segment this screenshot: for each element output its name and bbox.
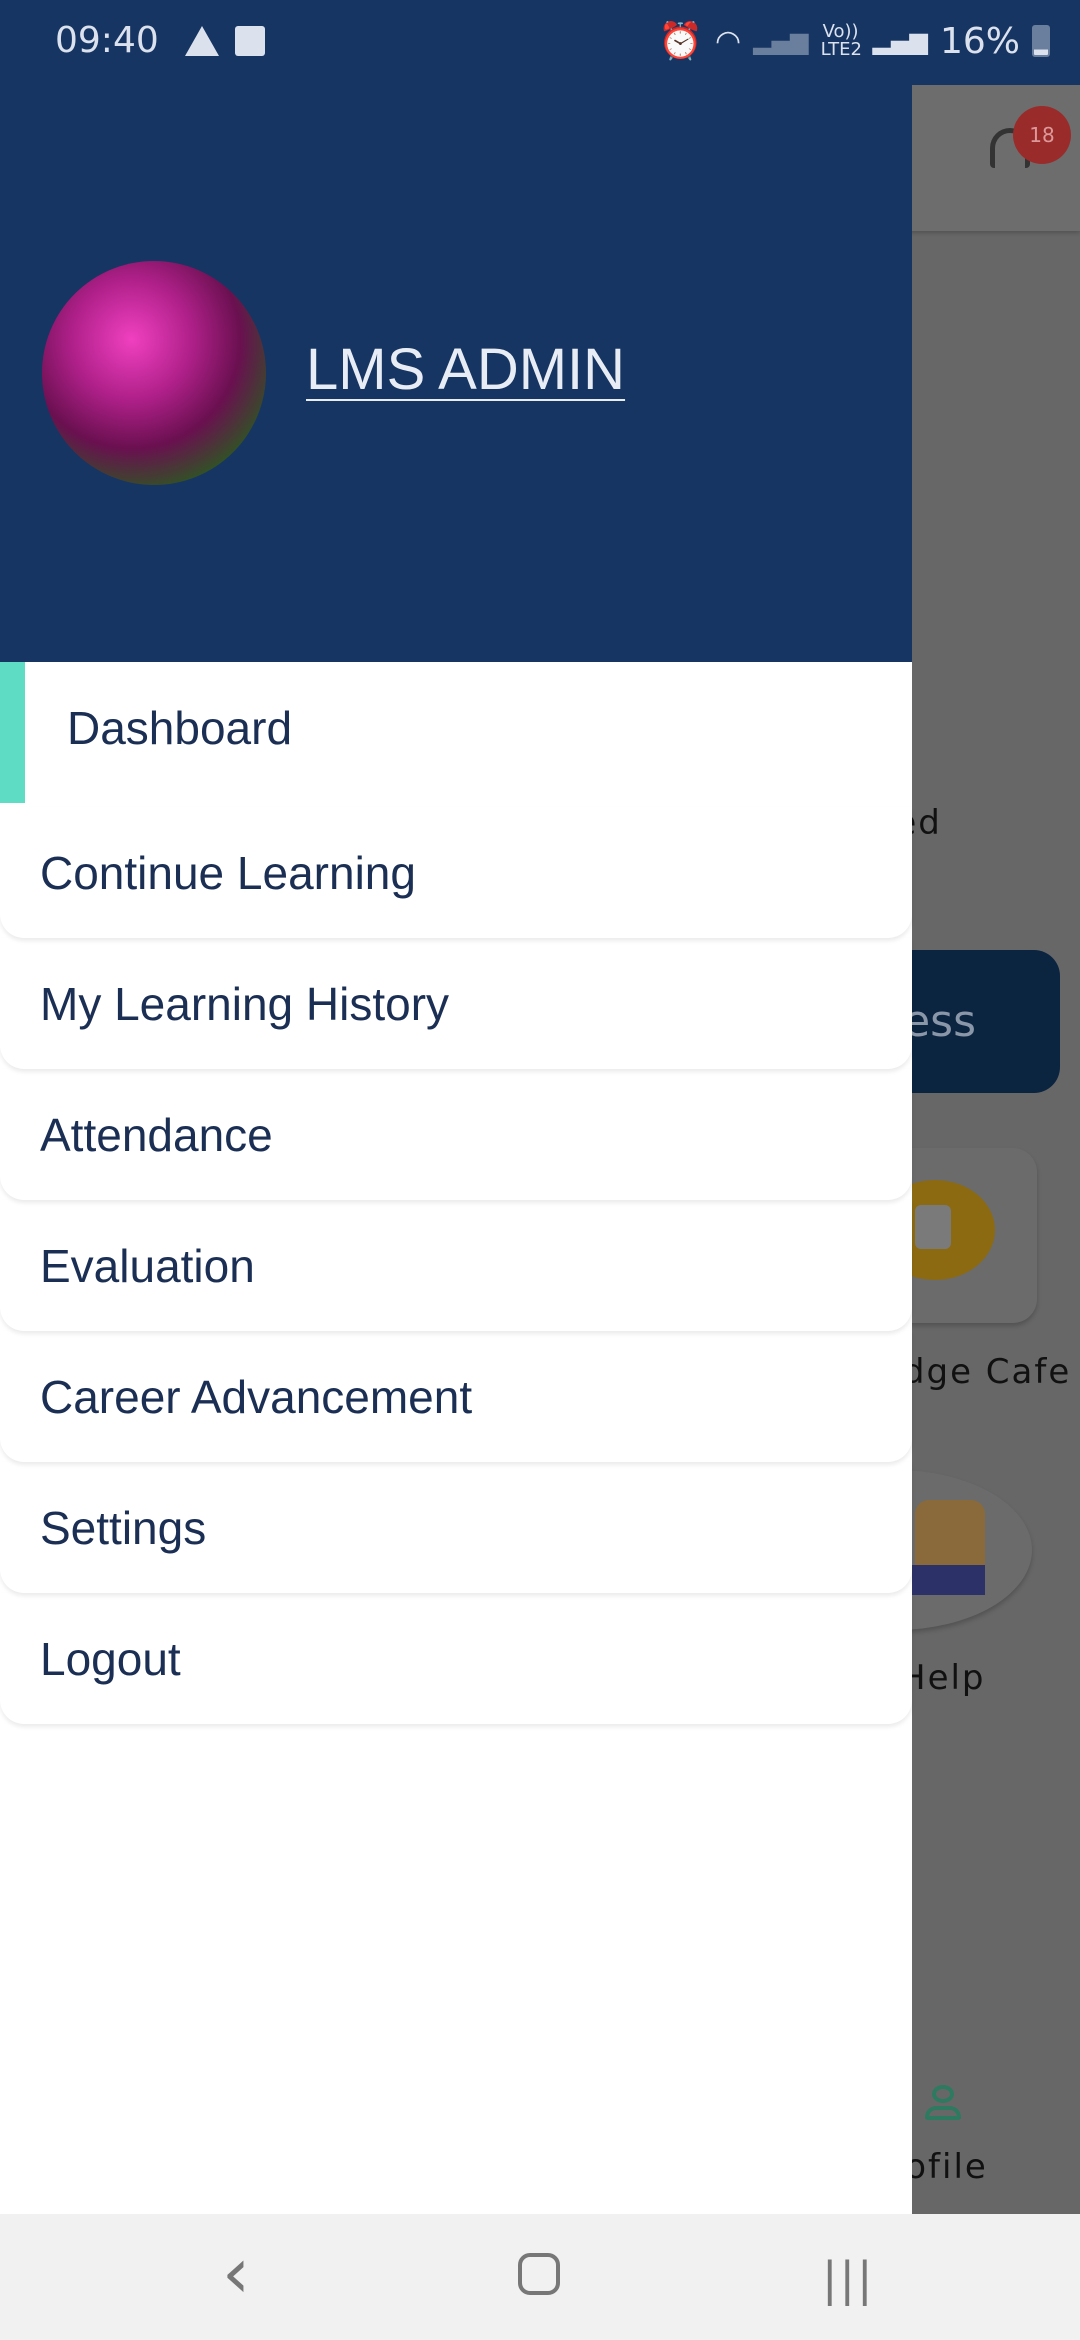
profile-icon[interactable] bbox=[925, 2085, 961, 2125]
menu-item-label: Evaluation bbox=[40, 1239, 255, 1292]
menu-item-label: Logout bbox=[40, 1632, 181, 1685]
menu-item-label: Continue Learning bbox=[40, 846, 416, 899]
image-icon bbox=[235, 26, 265, 56]
drawer-header: LMS ADMIN bbox=[0, 0, 912, 662]
avatar[interactable] bbox=[42, 261, 266, 485]
menu-item-label: Dashboard bbox=[67, 701, 293, 754]
menu-item-logout[interactable]: Logout bbox=[0, 1593, 912, 1724]
back-button[interactable]: ‹ bbox=[222, 2232, 250, 2314]
clock: 09:40 bbox=[55, 20, 159, 61]
navigation-drawer: LMS ADMIN Dashboard Continue Learning My… bbox=[0, 0, 912, 2214]
signal-icon: ▂▄▆ bbox=[872, 27, 928, 55]
warning-icon bbox=[185, 26, 219, 56]
signal-icon: ▂▄▆ bbox=[753, 27, 809, 55]
help-icon-body bbox=[905, 1565, 985, 1595]
battery-icon bbox=[1032, 25, 1050, 57]
user-name-link[interactable]: LMS ADMIN bbox=[306, 336, 625, 403]
battery-level: 16% bbox=[939, 20, 1020, 62]
menu-item-evaluation[interactable]: Evaluation bbox=[0, 1200, 912, 1331]
menu-item-continue-learning[interactable]: Continue Learning bbox=[0, 807, 912, 938]
home-button[interactable] bbox=[518, 2253, 560, 2295]
menu-item-dashboard[interactable]: Dashboard bbox=[0, 662, 912, 803]
notification-badge: 18 bbox=[1013, 106, 1071, 164]
alarm-icon: ⏰ bbox=[658, 21, 704, 62]
menu-item-label: Settings bbox=[40, 1501, 207, 1554]
menu-item-label: Career Advancement bbox=[40, 1370, 473, 1423]
menu-item-label: My Learning History bbox=[40, 977, 450, 1030]
menu-item-label: Attendance bbox=[40, 1108, 273, 1161]
menu-item-my-learning-history[interactable]: My Learning History bbox=[0, 938, 912, 1069]
recents-button[interactable]: ||| bbox=[822, 2252, 875, 2306]
active-indicator bbox=[0, 662, 25, 803]
menu-item-settings[interactable]: Settings bbox=[0, 1462, 912, 1593]
wifi-icon: ◠ bbox=[715, 23, 742, 59]
menu-item-career-advancement[interactable]: Career Advancement bbox=[0, 1331, 912, 1462]
help-label: Help bbox=[900, 1658, 986, 1698]
status-bar: 09:40 ⏰ ◠ ▂▄▆ Vo)) LTE2 ▂▄▆ 16% bbox=[0, 0, 1080, 85]
menu-item-attendance[interactable]: Attendance bbox=[0, 1069, 912, 1200]
network-type: Vo)) LTE2 bbox=[820, 21, 862, 60]
